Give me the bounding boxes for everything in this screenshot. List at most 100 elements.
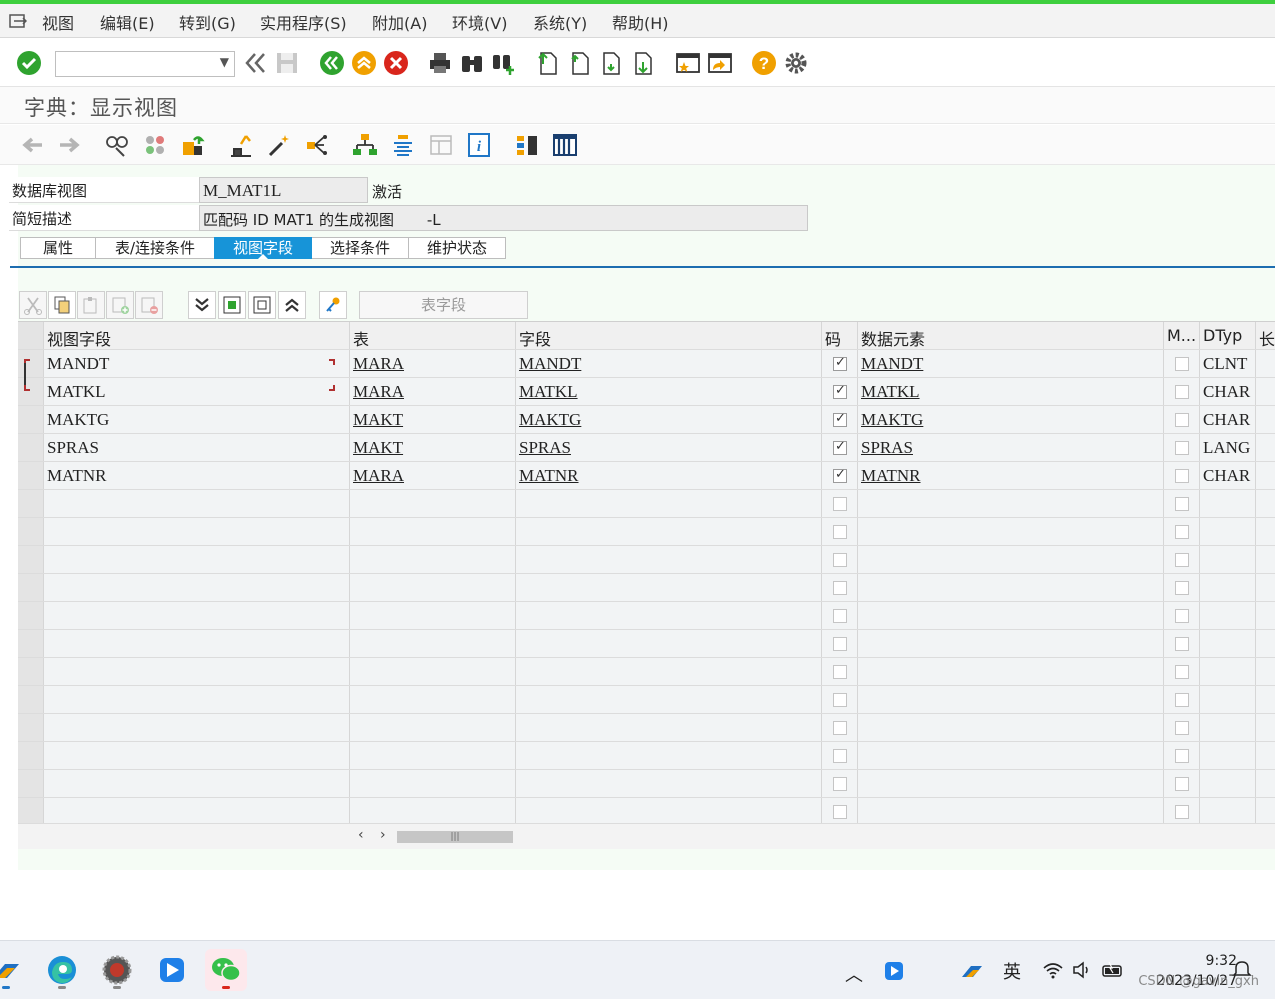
table-cell-text[interactable]: MARA <box>353 382 404 401</box>
data-element-cell[interactable] <box>858 686 1164 713</box>
mod-checkbox[interactable] <box>1175 777 1189 791</box>
taskbar-app-wechat[interactable] <box>205 949 247 991</box>
field-cell[interactable] <box>516 630 822 657</box>
table-cell[interactable]: MARA <box>350 350 516 377</box>
data-element-cell[interactable] <box>858 518 1164 545</box>
col-key[interactable]: 码 <box>822 322 858 349</box>
deselect-block-icon[interactable] <box>248 291 276 319</box>
data-element-link[interactable]: MAKTG <box>861 410 923 429</box>
row-selector[interactable] <box>18 658 44 685</box>
col-table[interactable]: 表 <box>350 322 516 349</box>
field-cell[interactable] <box>516 602 822 629</box>
field-cell[interactable] <box>516 770 822 797</box>
other-object-icon[interactable] <box>180 132 206 158</box>
field-cell[interactable] <box>516 490 822 517</box>
select-block-icon[interactable] <box>218 291 246 319</box>
key-checkbox[interactable] <box>833 693 847 707</box>
table-row[interactable]: MATNR MARA MATNR MATNR CHAR <box>18 462 1275 490</box>
table-row[interactable]: SPRAS MAKT SPRAS SPRAS LANG <box>18 434 1275 462</box>
settings-icon[interactable] <box>783 50 809 76</box>
cut-icon[interactable] <box>19 291 47 319</box>
table-cell-text[interactable]: MAKT <box>353 410 403 429</box>
mod-checkbox[interactable] <box>1175 581 1189 595</box>
key-checkbox[interactable] <box>833 355 847 371</box>
field-cell[interactable] <box>516 798 822 825</box>
mod-checkbox[interactable] <box>1175 721 1189 735</box>
view-field-cell[interactable]: MAKTG <box>44 406 350 433</box>
menu-help[interactable]: 帮助(H) <box>612 10 669 34</box>
data-element-cell[interactable] <box>858 630 1164 657</box>
menu-extras[interactable]: 附加(A) <box>372 10 427 34</box>
table-row-empty[interactable] <box>18 490 1275 518</box>
short-desc-field[interactable]: 匹配码 ID MAT1 的生成视图 -L <box>199 205 808 231</box>
mod-checkbox[interactable] <box>1175 637 1189 651</box>
back-green-icon[interactable] <box>319 50 345 76</box>
menu-utilities[interactable]: 实用程序(S) <box>260 10 347 34</box>
table-cell[interactable] <box>350 686 516 713</box>
field-cell[interactable]: MATNR <box>516 462 822 489</box>
table-cell[interactable]: MAKT <box>350 434 516 461</box>
data-element-link[interactable]: SPRAS <box>861 438 913 457</box>
row-selector[interactable] <box>18 574 44 601</box>
next-page-icon[interactable] <box>599 50 625 76</box>
col-data-element[interactable]: 数据元素 <box>858 322 1164 349</box>
taskbar-app-sap[interactable] <box>0 949 26 991</box>
help-icon[interactable]: ? <box>751 50 777 76</box>
menu-system[interactable]: 系统(Y) <box>533 10 587 34</box>
data-element-cell[interactable] <box>858 798 1164 825</box>
tab-join-conditions[interactable]: 表/连接条件 <box>95 237 215 259</box>
collapse-up-icon[interactable] <box>278 291 306 319</box>
data-element-cell[interactable]: SPRAS <box>858 434 1164 461</box>
scroll-thumb[interactable]: ||| <box>397 831 513 843</box>
field-cell[interactable] <box>516 518 822 545</box>
data-element-cell[interactable] <box>858 546 1164 573</box>
arrow-left-icon[interactable] <box>20 132 46 158</box>
tab-view-fields[interactable]: 视图字段 <box>214 237 312 259</box>
view-field-cell[interactable] <box>44 742 350 769</box>
view-field-cell[interactable] <box>44 798 350 825</box>
table-row-empty[interactable] <box>18 546 1275 574</box>
data-element-cell[interactable] <box>858 602 1164 629</box>
table-cell[interactable] <box>350 602 516 629</box>
data-element-cell[interactable] <box>858 490 1164 517</box>
table-row-empty[interactable] <box>18 686 1275 714</box>
col-mod[interactable]: M... <box>1164 322 1200 349</box>
print-icon[interactable] <box>427 50 453 76</box>
field-cell[interactable] <box>516 714 822 741</box>
data-element-cell[interactable] <box>858 574 1164 601</box>
field-cell[interactable] <box>516 546 822 573</box>
field-cell[interactable]: MAKTG <box>516 406 822 433</box>
table-row-empty[interactable] <box>18 770 1275 798</box>
view-field-cell[interactable] <box>44 518 350 545</box>
info-icon[interactable]: i <box>466 132 492 158</box>
active-inactive-icon[interactable] <box>142 132 168 158</box>
input-language[interactable]: 英 <box>1003 958 1021 984</box>
data-element-cell[interactable] <box>858 770 1164 797</box>
row-selector[interactable] <box>18 602 44 629</box>
battery-icon[interactable] <box>1101 961 1125 979</box>
taskbar-app-feishu[interactable] <box>151 949 193 991</box>
key-checkbox[interactable] <box>833 581 847 595</box>
data-element-link[interactable]: MATNR <box>861 466 921 485</box>
field-cell-text[interactable]: MANDT <box>519 354 581 373</box>
where-used-icon[interactable] <box>304 132 330 158</box>
field-cell-text[interactable]: MATNR <box>519 466 579 485</box>
table-cell[interactable] <box>350 742 516 769</box>
prev-page-icon[interactable] <box>567 50 593 76</box>
menu-environment[interactable]: 环境(V) <box>452 10 507 34</box>
data-element-cell[interactable]: MAKTG <box>858 406 1164 433</box>
table-cell-text[interactable]: MARA <box>353 466 404 485</box>
mod-checkbox[interactable] <box>1175 553 1189 567</box>
row-selector[interactable] <box>18 686 44 713</box>
field-cell[interactable]: MATKL <box>516 378 822 405</box>
mod-checkbox[interactable] <box>1175 525 1189 539</box>
col-field[interactable]: 字段 <box>516 322 822 349</box>
row-selector[interactable] <box>18 490 44 517</box>
key-checkbox[interactable] <box>833 721 847 735</box>
row-selector[interactable] <box>18 406 44 433</box>
table-cell[interactable]: MARA <box>350 378 516 405</box>
view-field-cell[interactable] <box>44 546 350 573</box>
mod-checkbox[interactable] <box>1175 469 1189 483</box>
tab-attributes[interactable]: 属性 <box>20 237 96 259</box>
field-cell[interactable] <box>516 658 822 685</box>
